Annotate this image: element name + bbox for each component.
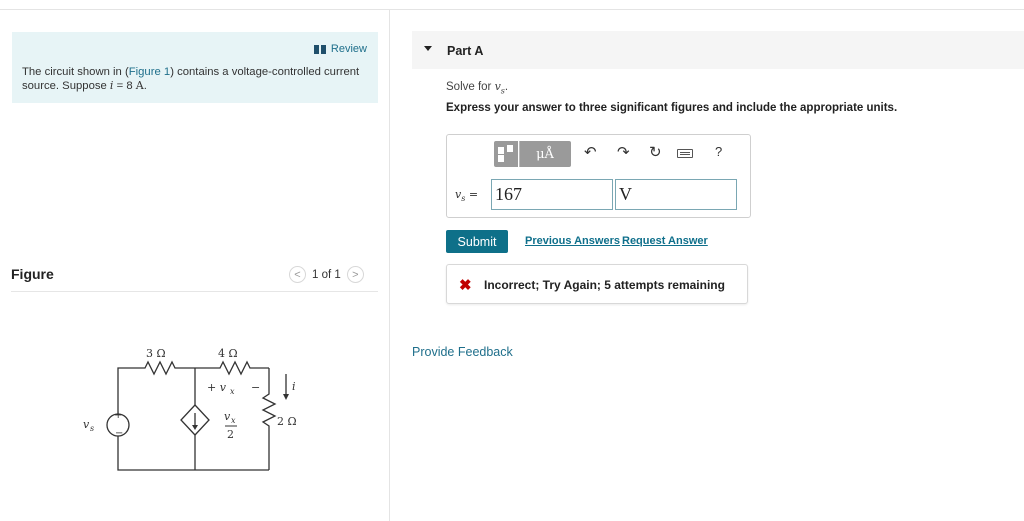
source-numerator: v bbox=[224, 410, 231, 423]
unit-input[interactable]: V bbox=[615, 179, 737, 210]
source-plus: + bbox=[114, 410, 122, 421]
source-denominator: 2 bbox=[227, 428, 234, 441]
resistor-4-ohm bbox=[195, 360, 269, 376]
source-minus: − bbox=[115, 428, 123, 439]
label-3-ohm: 3 Ω bbox=[146, 347, 166, 360]
answer-variable-label: vs = bbox=[455, 188, 478, 203]
error-x-icon: ✖ bbox=[459, 277, 472, 294]
caret-down-icon bbox=[424, 46, 432, 51]
top-rule bbox=[0, 9, 1024, 10]
intro-text-start: The circuit shown in ( bbox=[22, 66, 129, 78]
resistor-2-ohm bbox=[261, 368, 277, 470]
source-numerator-sub: x bbox=[231, 416, 236, 425]
part-a-label: Part A bbox=[447, 44, 484, 58]
label-4-ohm: 4 Ω bbox=[218, 347, 238, 360]
prev-figure-button[interactable]: < bbox=[289, 266, 306, 283]
help-button[interactable]: ? bbox=[715, 144, 722, 159]
figure-link[interactable]: Figure 1 bbox=[129, 66, 170, 78]
intro-equals: = 8 bbox=[113, 80, 136, 92]
figure-title: Figure bbox=[11, 266, 54, 282]
label-2-ohm: 2 Ω bbox=[277, 415, 297, 428]
value-input[interactable]: 167 bbox=[491, 179, 613, 210]
submit-button[interactable]: Submit bbox=[446, 230, 508, 253]
label-vs-sub: s bbox=[90, 424, 94, 433]
pager-label: 1 of 1 bbox=[312, 268, 341, 281]
previous-answers-link[interactable]: Previous Answers bbox=[525, 235, 620, 247]
review-label: Review bbox=[330, 43, 367, 55]
feedback-message: ✖ Incorrect; Try Again; 5 attempts remai… bbox=[446, 264, 748, 304]
figure-rule bbox=[11, 291, 378, 292]
units-button[interactable]: μÅ bbox=[519, 141, 571, 167]
intro-panel: Review The circuit shown in (Figure 1) c… bbox=[12, 32, 378, 103]
label-vx-sub: x bbox=[230, 387, 235, 396]
review-link[interactable]: Review bbox=[313, 43, 367, 55]
label-current-i: i bbox=[292, 380, 296, 393]
reset-icon[interactable]: ↻ bbox=[649, 143, 662, 161]
figure-pager: < 1 of 1 > bbox=[289, 266, 364, 283]
solve-instruction: Solve for vs. bbox=[446, 80, 508, 95]
label-vx-minus: − bbox=[251, 381, 260, 394]
book-icon bbox=[313, 44, 326, 54]
redo-icon[interactable]: ↷ bbox=[617, 143, 630, 161]
templates-button[interactable] bbox=[494, 141, 518, 167]
request-answer-link[interactable]: Request Answer bbox=[622, 235, 708, 247]
circuit-diagram: 3 Ω 4 Ω 2 Ω v s + − + v x − v x 2 i bbox=[83, 347, 297, 471]
unit-a: A bbox=[135, 79, 144, 92]
intro-end: . bbox=[143, 80, 147, 92]
problem-statement: The circuit shown in (Figure 1) contains… bbox=[22, 65, 372, 93]
next-figure-button[interactable]: > bbox=[346, 266, 364, 283]
label-vx: + v bbox=[207, 381, 227, 394]
feedback-text: Incorrect; Try Again; 5 attempts remaini… bbox=[484, 278, 725, 292]
solve-prefix: Solve for bbox=[446, 81, 495, 93]
undo-icon[interactable]: ↶ bbox=[584, 143, 597, 161]
resistor-3-ohm bbox=[117, 360, 195, 414]
label-vs: v bbox=[83, 418, 90, 431]
keyboard-icon[interactable] bbox=[677, 149, 693, 158]
solve-end: . bbox=[504, 81, 509, 93]
part-a-header[interactable]: Part A bbox=[412, 31, 1024, 69]
express-instruction: Express your answer to three significant… bbox=[446, 102, 898, 114]
provide-feedback-link[interactable]: Provide Feedback bbox=[412, 345, 513, 359]
answer-equals: = bbox=[465, 188, 479, 201]
column-divider bbox=[389, 9, 390, 521]
